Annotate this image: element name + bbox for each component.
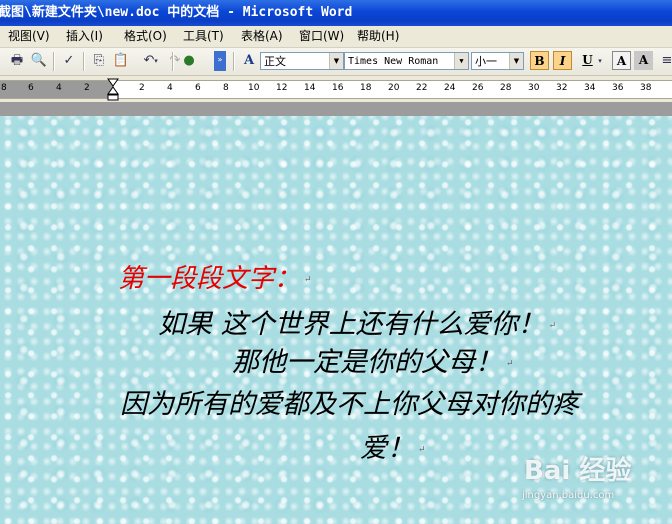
- toolbar-separator: [172, 52, 174, 71]
- align-left-icon[interactable]: ≡: [658, 52, 672, 70]
- ruler-tick: 10: [248, 83, 260, 93]
- print-preview-icon[interactable]: 🔍: [30, 52, 48, 70]
- indent-marker-icon[interactable]: [107, 78, 119, 102]
- style-select[interactable]: 正文 ▼: [260, 52, 344, 70]
- ruler-tick: 2: [84, 83, 90, 93]
- menu-bar: 视图(V) 插入(I) 格式(O) 工具(T) 表格(A) 窗口(W) 帮助(H…: [0, 26, 672, 48]
- page-gap: [0, 102, 672, 116]
- document-line: 那他一定是你的父母！ ↵: [232, 340, 514, 379]
- ruler-tick: 2: [139, 83, 145, 93]
- hyperlink-icon[interactable]: ●: [180, 52, 198, 70]
- title-bar: 截图\新建文件夹\new.doc 中的文档 - Microsoft Word: [0, 0, 672, 26]
- print-icon[interactable]: 🖶: [8, 52, 26, 70]
- ruler-tick: 36: [612, 83, 624, 93]
- menu-tools[interactable]: 工具(T): [183, 26, 224, 47]
- underline-button[interactable]: U: [578, 51, 597, 70]
- toolbar-separator: [233, 52, 235, 71]
- styles-icon[interactable]: A: [240, 52, 258, 70]
- watermark-url: jingyan.baidu.com: [522, 490, 615, 501]
- ruler-tick: 4: [56, 83, 62, 93]
- toolbar-separator: [53, 52, 55, 71]
- ruler-tick: 6: [28, 83, 34, 93]
- chevron-down-icon[interactable]: ▼: [454, 53, 468, 69]
- line-text: 因为所有的爱都及不上你父母对你的疼: [120, 389, 579, 420]
- chevron-down-icon[interactable]: ▼: [509, 53, 523, 69]
- paragraph-mark: ↵: [418, 444, 426, 455]
- ruler-tick: 32: [556, 83, 568, 93]
- ruler-tick: 30: [528, 83, 540, 93]
- line-text: 如果 这个世界上还有什么爱你！: [158, 309, 545, 340]
- paste-icon[interactable]: 📋: [112, 52, 130, 70]
- spelling-check-icon[interactable]: ✓: [60, 52, 78, 70]
- character-border-icon[interactable]: A: [612, 51, 631, 70]
- ruler-tick: 34: [584, 83, 596, 93]
- copy-icon[interactable]: ⎘: [90, 52, 108, 70]
- toolbar: 🖶 🔍 ✓ ⎘ 📋 ↶ ▾ ↷ ● » A 正文 ▼ Times New Rom…: [0, 48, 672, 76]
- menu-help[interactable]: 帮助(H): [357, 26, 399, 47]
- menu-view[interactable]: 视图(V): [8, 26, 50, 47]
- watermark-logo: Bai 经验: [524, 456, 632, 486]
- chevron-down-icon[interactable]: ▼: [329, 53, 343, 69]
- ruler-tick: 28: [500, 83, 512, 93]
- ruler-tick: 6: [195, 83, 201, 93]
- ruler-tick: 8: [223, 83, 229, 93]
- ruler-tick: 24: [444, 83, 456, 93]
- font-select[interactable]: Times New Roman ▼: [344, 52, 469, 70]
- ruler-tick: 22: [416, 83, 428, 93]
- font-value: Times New Roman: [348, 56, 439, 67]
- line-text: 爱！: [360, 433, 414, 464]
- character-shading-icon[interactable]: A: [634, 51, 653, 70]
- menu-window[interactable]: 窗口(W): [299, 26, 344, 47]
- ruler-tick: 12: [276, 83, 288, 93]
- italic-button[interactable]: I: [553, 51, 572, 70]
- paragraph-mark: ↵: [506, 358, 514, 369]
- ruler-tick: 16: [332, 83, 344, 93]
- menu-format[interactable]: 格式(O): [124, 26, 167, 47]
- document-line: 如果 这个世界上还有什么爱你！ ↵: [158, 302, 556, 341]
- baidu-watermark: Bai 经验 jingyan.baidu.com: [520, 450, 668, 520]
- ruler-tick: 4: [167, 83, 173, 93]
- font-size-value: 小一: [475, 55, 497, 68]
- document-line: 因为所有的爱都及不上你父母对你的疼: [120, 382, 579, 421]
- underline-dropdown-icon[interactable]: ▾: [596, 52, 604, 70]
- ruler-bar: 8 6 4 2 2 4 6 8 10 12 14 16 18 20 22 24 …: [0, 80, 672, 99]
- heading-text: 第一段段文字：: [118, 264, 301, 294]
- paragraph-mark: ↵: [304, 275, 312, 285]
- paragraph-mark: ↵: [548, 320, 557, 331]
- horizontal-ruler[interactable]: 8 6 4 2 2 4 6 8 10 12 14 16 18 20 22 24 …: [0, 76, 672, 102]
- ruler-tick: 38: [640, 83, 652, 93]
- ruler-tick: 14: [304, 83, 316, 93]
- font-size-select[interactable]: 小一 ▼: [471, 52, 524, 70]
- bold-button[interactable]: B: [530, 51, 549, 70]
- ruler-tick: 20: [388, 83, 400, 93]
- toolbar-options-icon[interactable]: »: [214, 51, 226, 71]
- menu-insert[interactable]: 插入(I): [66, 26, 103, 47]
- document-line: 爱！ ↵: [360, 426, 426, 465]
- menu-table[interactable]: 表格(A): [241, 26, 283, 47]
- line-text: 那他一定是你的父母！: [232, 347, 502, 378]
- toolbar-separator: [83, 52, 85, 71]
- undo-dropdown-icon[interactable]: ▾: [152, 52, 160, 70]
- ruler-tick: 18: [360, 83, 372, 93]
- ruler-tick: 26: [472, 83, 484, 93]
- ruler-tick: 8: [1, 83, 7, 93]
- window-title: 截图\新建文件夹\new.doc 中的文档 - Microsoft Word: [0, 5, 353, 20]
- style-value: 正文: [264, 55, 286, 68]
- document-heading: 第一段段文字： ↵: [118, 258, 312, 295]
